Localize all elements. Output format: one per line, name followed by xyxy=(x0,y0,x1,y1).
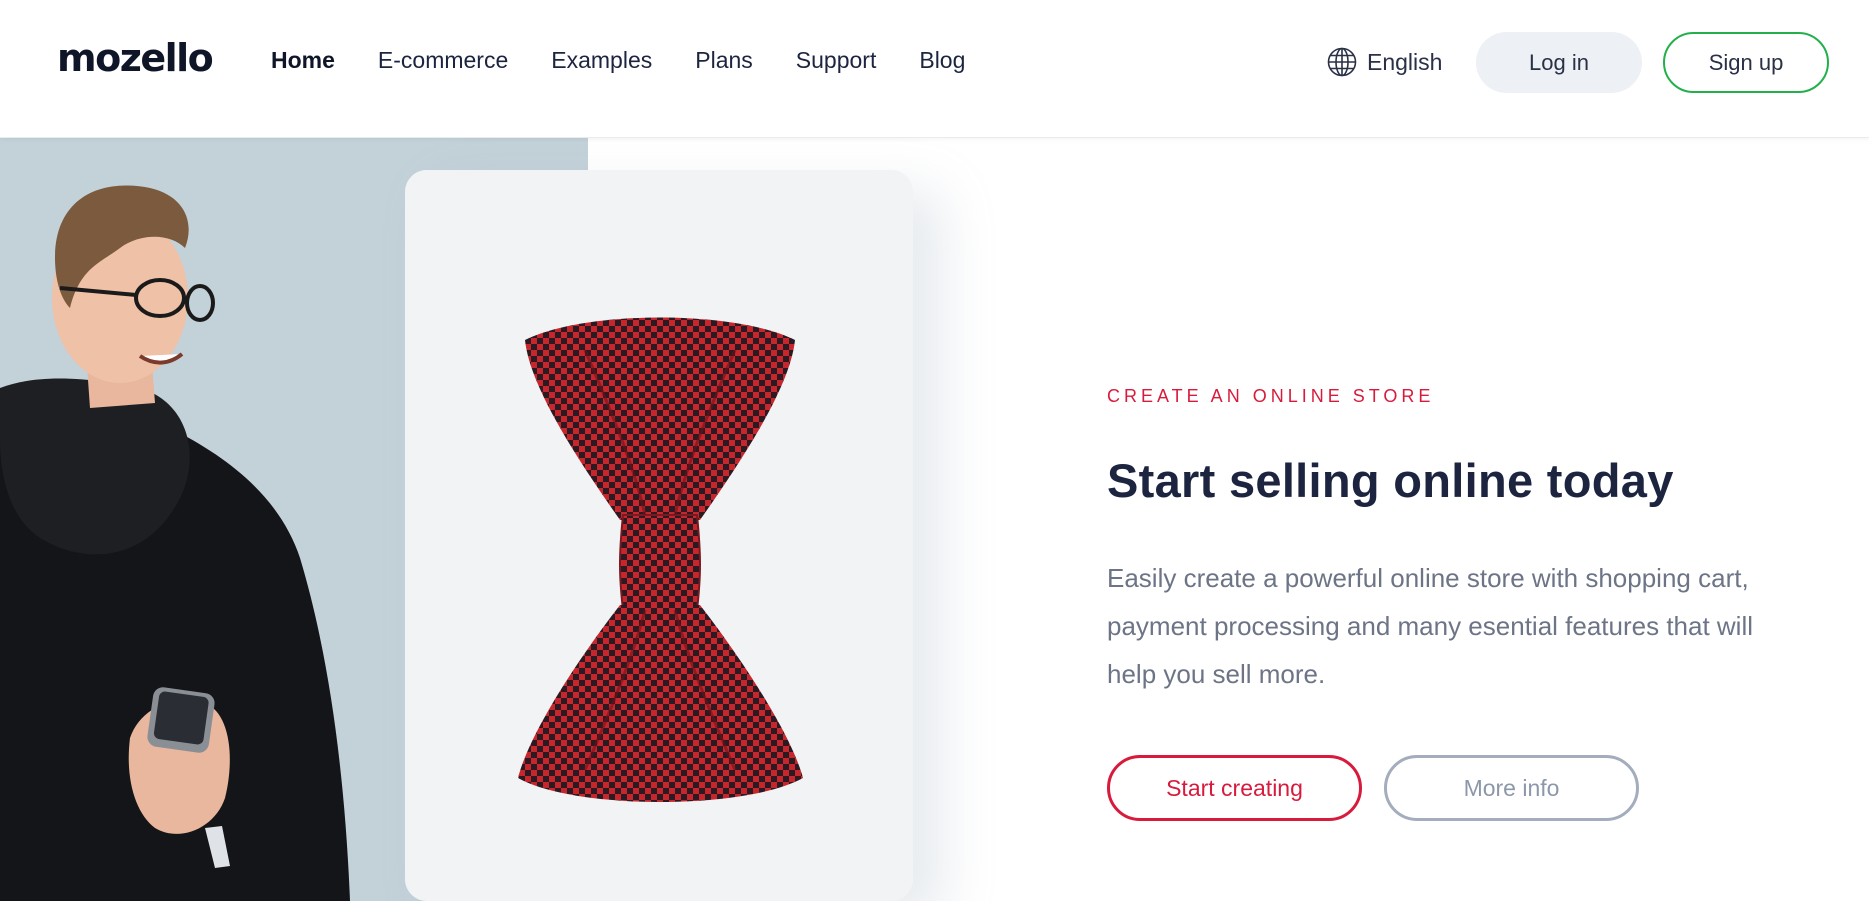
main-nav: Home E-commerce Examples Plans Support B… xyxy=(271,44,1008,76)
login-button[interactable]: Log in xyxy=(1476,32,1642,93)
start-creating-button[interactable]: Start creating xyxy=(1107,755,1362,821)
nav-item-plans[interactable]: Plans xyxy=(695,44,753,76)
language-selector[interactable]: English xyxy=(1326,46,1442,78)
nav-item-home[interactable]: Home xyxy=(271,44,335,76)
nav-item-blog[interactable]: Blog xyxy=(919,44,965,76)
site-header: mozello Home E-commerce Examples Plans S… xyxy=(0,0,1869,138)
globe-icon xyxy=(1327,47,1357,77)
language-label: English xyxy=(1367,48,1443,75)
signup-button[interactable]: Sign up xyxy=(1663,32,1829,93)
hero-description: Easily create a powerful online store wi… xyxy=(1107,563,1754,689)
mozello-logo[interactable]: mozello xyxy=(57,36,214,80)
red-bow-tie-image xyxy=(405,170,913,901)
nav-item-examples[interactable]: Examples xyxy=(551,44,652,76)
nav-item-e-commerce[interactable]: E-commerce xyxy=(378,44,508,76)
nav-item-support[interactable]: Support xyxy=(796,44,877,76)
product-card xyxy=(405,170,913,901)
hero-headline: Start selling online today xyxy=(1107,454,1674,507)
more-info-button[interactable]: More info xyxy=(1384,755,1639,821)
hero-eyebrow: CREATE AN ONLINE STORE xyxy=(1107,386,1435,406)
